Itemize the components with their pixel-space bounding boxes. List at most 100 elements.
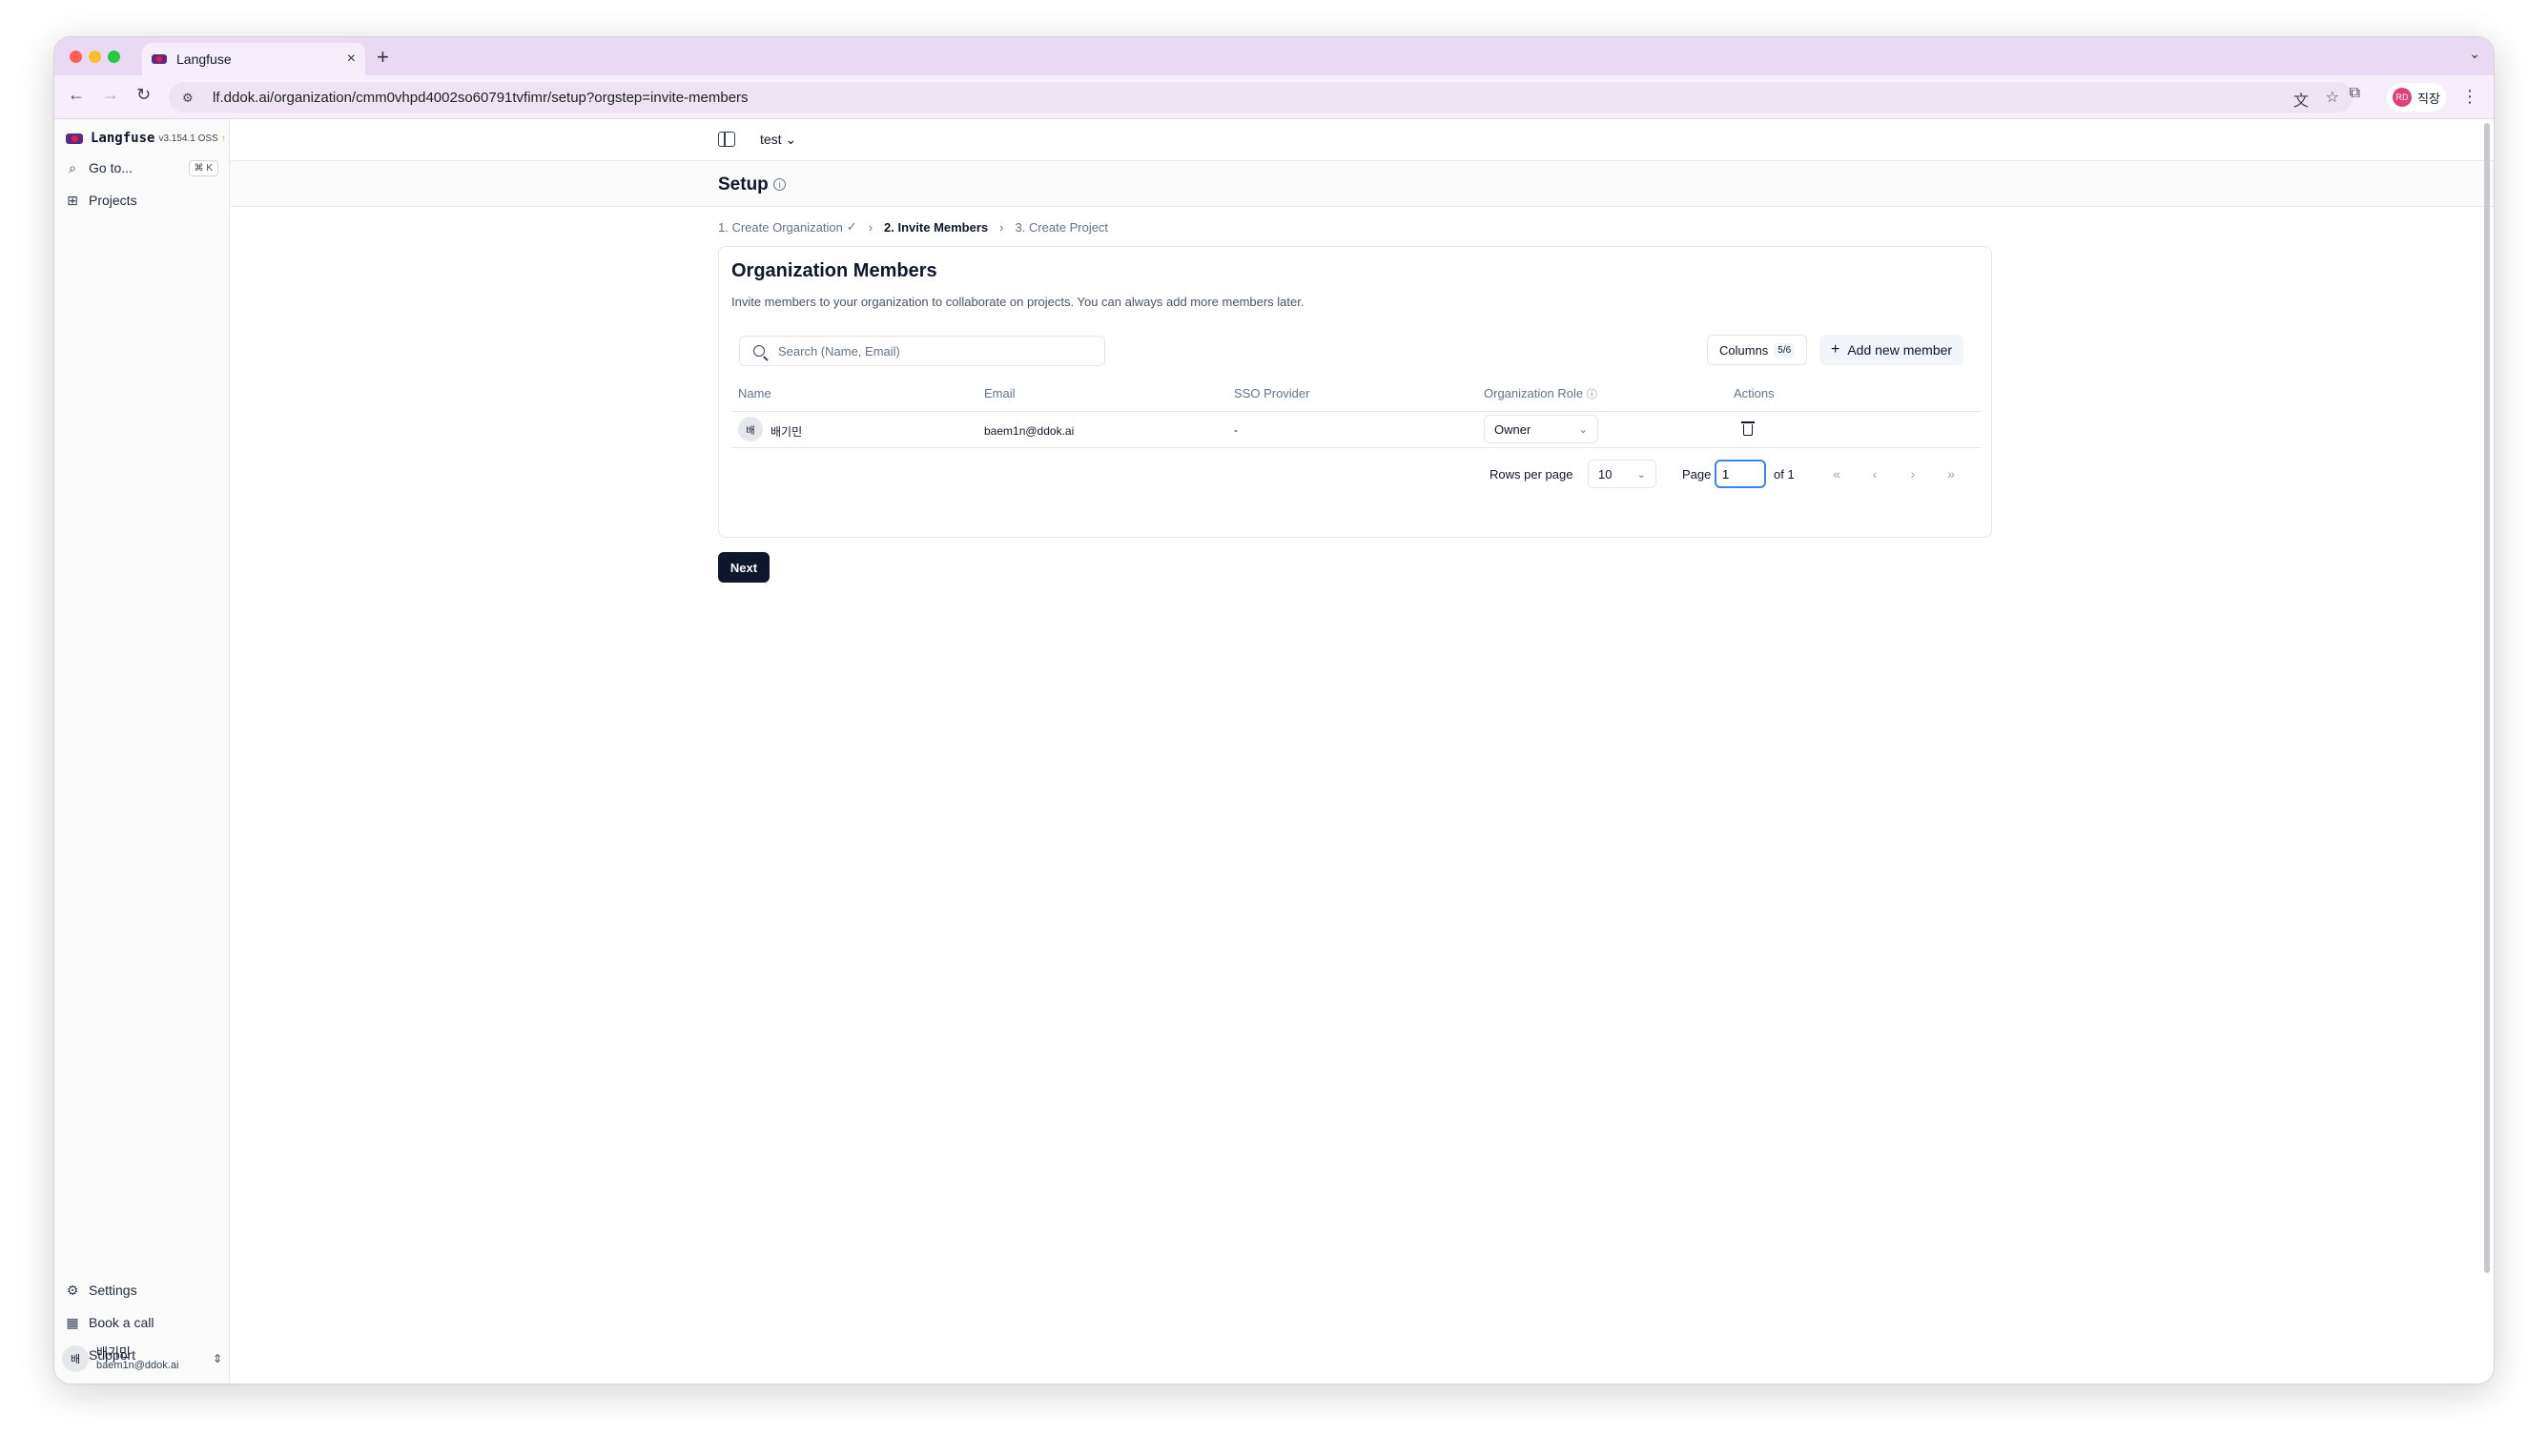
role-header-label: Organization Role xyxy=(1484,386,1584,400)
first-page-icon[interactable]: « xyxy=(1821,459,1852,489)
user-menu[interactable]: 배 배기민 baem1n@ddok.ai ⇕ xyxy=(62,1340,222,1378)
card-title: Organization Members xyxy=(731,260,937,281)
column-header-role[interactable]: Organization Role ⓘ xyxy=(1484,377,1597,411)
back-icon[interactable]: ← xyxy=(68,85,85,105)
user-name: 배기민 xyxy=(96,1345,131,1360)
column-header-actions: Actions xyxy=(1734,386,1775,400)
reload-icon[interactable]: ↻ xyxy=(136,85,151,105)
goto-label: Go to... xyxy=(89,160,133,175)
url-text: lf.ddok.ai/organization/cmm0vhpd4002so60… xyxy=(213,89,749,106)
step-invite-members: 2. Invite Members xyxy=(884,219,989,235)
avatar: 배 xyxy=(738,417,763,441)
search-input[interactable]: Search (Name, Email) xyxy=(739,336,1105,366)
maximize-window-button[interactable] xyxy=(108,51,120,63)
page-title: Setup xyxy=(718,174,769,195)
close-tab-icon[interactable]: × xyxy=(347,51,356,68)
chevron-right-icon: › xyxy=(999,219,1004,235)
next-page-icon[interactable]: › xyxy=(1898,459,1928,489)
profile-label: 직장 xyxy=(2417,91,2440,106)
browser-tab[interactable]: Langfuse × xyxy=(142,43,365,75)
chevron-down-icon: ⌄ xyxy=(785,132,797,147)
profile-avatar: RD xyxy=(2393,88,2412,107)
bookmark-star-icon[interactable]: ☆ xyxy=(2326,88,2339,107)
extensions-icon[interactable]: ⧉ xyxy=(2350,85,2360,102)
site-settings-icon[interactable]: ⚙ xyxy=(182,91,199,105)
minimize-window-button[interactable] xyxy=(89,51,101,63)
calendar-icon: ▦ xyxy=(66,1314,79,1330)
search-icon: ⌕ xyxy=(69,159,76,175)
breadcrumb: 1. Create Organization ✓ › 2. Invite Mem… xyxy=(718,219,1108,235)
step-create-project: 3. Create Project xyxy=(1015,219,1109,235)
last-page-icon[interactable]: » xyxy=(1936,459,1966,489)
columns-button[interactable]: Columns 5/6 xyxy=(1707,335,1808,365)
sidebar-item-book-call[interactable]: ▦ Book a call xyxy=(62,1308,222,1337)
sidebar-item-goto[interactable]: ⌕ Go to... ⌘ K xyxy=(62,154,222,182)
delete-member-icon[interactable] xyxy=(1741,421,1755,436)
brand-name: Langfuse xyxy=(91,131,155,146)
sidebar-toggle-icon[interactable] xyxy=(718,132,735,147)
project-name: test xyxy=(760,132,782,147)
update-indicator-icon: ↑ xyxy=(220,133,226,144)
member-name: 배기민 xyxy=(771,425,803,439)
brand[interactable]: Langfuse v3.154.1 OSS ↑ xyxy=(66,131,226,146)
add-member-label: Add new member xyxy=(1847,342,1953,358)
chevron-updown-icon: ⇕ xyxy=(212,1352,222,1365)
sidebar-item-settings[interactable]: ⚙ Settings xyxy=(62,1276,222,1304)
column-header-sso[interactable]: SSO Provider xyxy=(1234,377,1309,411)
main-content: test ⌄ Setup i 1. Create Organization ✓ … xyxy=(230,119,2494,1384)
search-placeholder: Search (Name, Email) xyxy=(778,343,900,359)
browser-window: Langfuse × + ⌄ ← → ↻ ⚙ lf.ddok.ai/organi… xyxy=(53,36,2495,1384)
page-header: Setup i xyxy=(230,161,2494,207)
info-icon[interactable]: i xyxy=(773,178,786,191)
avatar: 배 xyxy=(62,1345,89,1372)
previous-page-icon[interactable]: ‹ xyxy=(1860,459,1890,489)
tab-bar: Langfuse × + ⌄ xyxy=(54,37,2494,75)
role-select[interactable]: Owner ⌄ xyxy=(1484,415,1598,443)
columns-label: Columns xyxy=(1719,342,1769,358)
plus-icon: + xyxy=(1831,341,1840,358)
address-bar-row: ← → ↻ ⚙ lf.ddok.ai/organization/cmm0vhpd… xyxy=(54,75,2494,119)
translate-icon[interactable]: 文 xyxy=(2293,88,2309,111)
tab-menu-chevron-icon[interactable]: ⌄ xyxy=(2469,46,2480,62)
profile-button[interactable]: RD 직장 xyxy=(2387,83,2446,112)
column-header-email[interactable]: Email xyxy=(984,377,1016,411)
user-email: baem1n@ddok.ai xyxy=(96,1360,179,1371)
chevron-down-icon: ⌄ xyxy=(1636,468,1646,481)
header-divider xyxy=(731,411,1981,412)
column-header-name[interactable]: Name xyxy=(738,377,771,411)
member-email: baem1n@ddok.ai xyxy=(984,424,1075,438)
rows-per-page-select[interactable]: 10 ⌄ xyxy=(1588,460,1656,488)
langfuse-logo-icon xyxy=(66,133,83,144)
project-switcher[interactable]: test ⌄ xyxy=(760,132,796,148)
check-icon: ✓ xyxy=(846,219,857,234)
version-label: v3.154.1 OSS xyxy=(158,133,218,144)
row-divider xyxy=(731,447,1981,448)
scrollbar[interactable] xyxy=(2484,123,2490,1273)
goto-shortcut: ⌘ K xyxy=(188,159,218,176)
chevron-right-icon: › xyxy=(868,219,873,235)
tab-title: Langfuse xyxy=(176,51,232,67)
browser-menu-icon[interactable]: ⋮ xyxy=(2461,87,2478,107)
add-new-member-button[interactable]: + Add new member xyxy=(1819,335,1964,365)
sidebar: Langfuse v3.154.1 OSS ↑ ⌕ Go to... ⌘ K ⊞… xyxy=(54,119,230,1384)
step-create-organization: 1. Create Organization xyxy=(718,219,843,235)
members-card: Organization Members Invite members to y… xyxy=(718,246,1992,538)
role-value: Owner xyxy=(1494,421,1531,437)
projects-label: Projects xyxy=(89,193,137,208)
gear-icon: ⚙ xyxy=(66,1282,79,1298)
url-input[interactable]: ⚙ lf.ddok.ai/organization/cmm0vhpd4002so… xyxy=(169,82,2353,113)
page-number-input[interactable] xyxy=(1715,460,1766,488)
next-button[interactable]: Next xyxy=(718,552,770,583)
card-description: Invite members to your organization to c… xyxy=(731,295,1305,309)
forward-icon[interactable]: → xyxy=(102,85,119,105)
page-label: Page xyxy=(1682,467,1712,482)
new-tab-button[interactable]: + xyxy=(377,45,389,70)
chevron-down-icon: ⌄ xyxy=(1578,423,1588,436)
langfuse-favicon-icon xyxy=(152,54,167,64)
member-sso: - xyxy=(1234,423,1238,437)
page-of-label: of 1 xyxy=(1774,467,1795,482)
close-window-button[interactable] xyxy=(70,51,82,63)
sidebar-item-projects[interactable]: ⊞ Projects xyxy=(62,186,222,215)
columns-count-badge: 5/6 xyxy=(1774,342,1796,358)
info-icon[interactable]: ⓘ xyxy=(1587,389,1597,400)
